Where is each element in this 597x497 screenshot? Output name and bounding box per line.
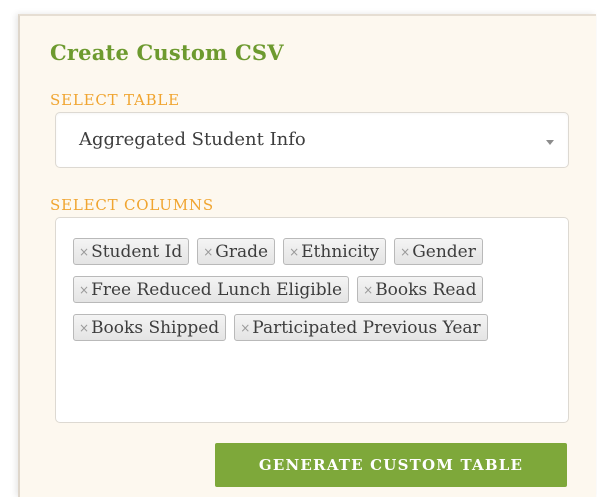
close-icon[interactable]: × bbox=[289, 245, 299, 259]
column-tag-label: Free Reduced Lunch Eligible bbox=[91, 279, 343, 300]
column-tag[interactable]: × Free Reduced Lunch Eligible bbox=[73, 276, 350, 303]
close-icon[interactable]: × bbox=[363, 283, 373, 297]
select-columns-label: SELECT COLUMNS bbox=[50, 196, 214, 214]
close-icon[interactable]: × bbox=[240, 321, 250, 335]
column-tag[interactable]: × Participated Previous Year bbox=[234, 314, 488, 341]
column-tag-list: × Student Id × Grade × Ethnicity × Gende… bbox=[73, 238, 553, 341]
column-tag-label: Books Shipped bbox=[91, 317, 220, 338]
column-tag[interactable]: × Ethnicity bbox=[283, 238, 387, 265]
close-icon[interactable]: × bbox=[400, 245, 410, 259]
column-tag-label: Grade bbox=[215, 241, 269, 262]
column-tag-label: Participated Previous Year bbox=[252, 317, 481, 338]
column-tag-label: Student Id bbox=[91, 241, 183, 262]
column-tag-label: Books Read bbox=[375, 279, 477, 300]
close-icon[interactable]: × bbox=[79, 245, 89, 259]
generate-custom-table-button[interactable]: GENERATE CUSTOM TABLE bbox=[215, 443, 567, 487]
column-tag[interactable]: × Grade bbox=[197, 238, 276, 265]
chevron-down-icon[interactable] bbox=[546, 140, 554, 145]
columns-multiselect[interactable]: × Student Id × Grade × Ethnicity × Gende… bbox=[55, 217, 569, 423]
close-icon[interactable]: × bbox=[79, 321, 89, 335]
panel-title: Create Custom CSV bbox=[50, 40, 284, 65]
select-table-label: SELECT TABLE bbox=[50, 91, 180, 109]
column-tag[interactable]: × Books Read bbox=[357, 276, 484, 303]
column-tag[interactable]: × Student Id bbox=[73, 238, 190, 265]
table-select-value: Aggregated Student Info bbox=[79, 129, 306, 150]
create-csv-panel: Create Custom CSV SELECT TABLE Aggregate… bbox=[18, 14, 596, 497]
close-icon[interactable]: × bbox=[203, 245, 213, 259]
table-select[interactable]: Aggregated Student Info bbox=[55, 112, 569, 168]
column-tag-label: Gender bbox=[412, 241, 476, 262]
column-tag[interactable]: × Gender bbox=[394, 238, 483, 265]
column-tag-label: Ethnicity bbox=[301, 241, 380, 262]
column-tag[interactable]: × Books Shipped bbox=[73, 314, 227, 341]
close-icon[interactable]: × bbox=[79, 283, 89, 297]
